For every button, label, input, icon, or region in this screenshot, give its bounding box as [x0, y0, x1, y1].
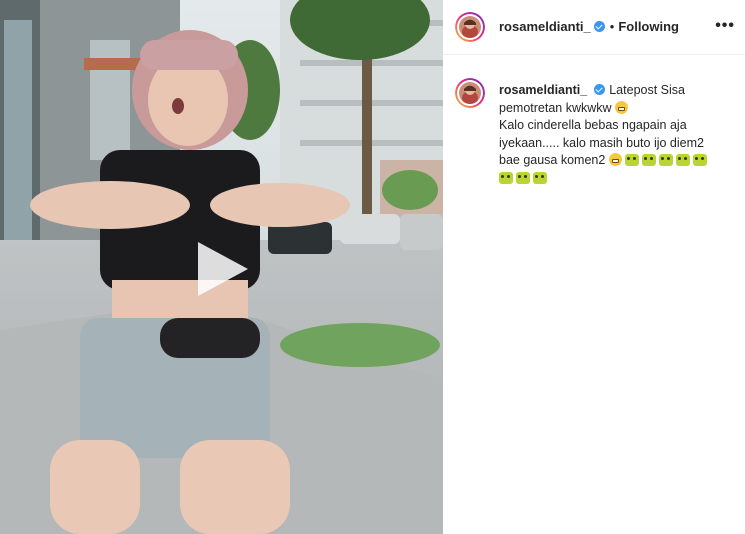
- face-emoji-icon: [692, 154, 707, 166]
- face-emoji-icon: [641, 154, 656, 166]
- post-header: rosameldianti_ • Following •••: [443, 0, 745, 55]
- post-video[interactable]: [0, 0, 443, 534]
- caption-line-5: bae gausa komen2: [499, 153, 606, 167]
- face-emoji-icon: [516, 171, 530, 184]
- verified-badge-icon: [594, 84, 606, 95]
- play-icon[interactable]: [190, 238, 252, 300]
- face-emoji-icon: [533, 171, 547, 184]
- more-options-icon[interactable]: •••: [715, 17, 735, 35]
- separator-dot: •: [609, 19, 615, 34]
- caption-line-4: iyekaan..... kalo masih buto ijo diem2: [499, 135, 704, 150]
- avatar[interactable]: [455, 12, 485, 42]
- avatar-photo: [459, 16, 481, 38]
- caption-line-2: pemotretan kwkwkw: [499, 100, 612, 115]
- face-emoji-icon: [499, 171, 513, 184]
- face-emoji-icon: [658, 154, 673, 166]
- face-emoji-icon: [624, 154, 639, 166]
- caption-line-3: Kalo cinderella bebas ngapain aja: [499, 118, 687, 132]
- post-side-panel: rosameldianti_ • Following ••• rosameldi…: [443, 0, 745, 534]
- avatar-photo: [459, 82, 481, 104]
- grinning-squinting-face-icon: [608, 153, 622, 166]
- caption-avatar[interactable]: [455, 78, 485, 108]
- caption-username-link[interactable]: rosameldianti_: [499, 83, 587, 97]
- grinning-squinting-face-icon: [615, 100, 629, 114]
- verified-badge-icon: [593, 21, 605, 32]
- face-emoji-icon: [675, 154, 690, 166]
- caption-line-1: Latepost Sisa: [609, 83, 685, 97]
- post-caption: rosameldianti_ Latepost Sisa pemotretan k…: [499, 82, 735, 187]
- username-link[interactable]: rosameldianti_: [499, 19, 591, 34]
- following-button[interactable]: Following: [618, 19, 679, 34]
